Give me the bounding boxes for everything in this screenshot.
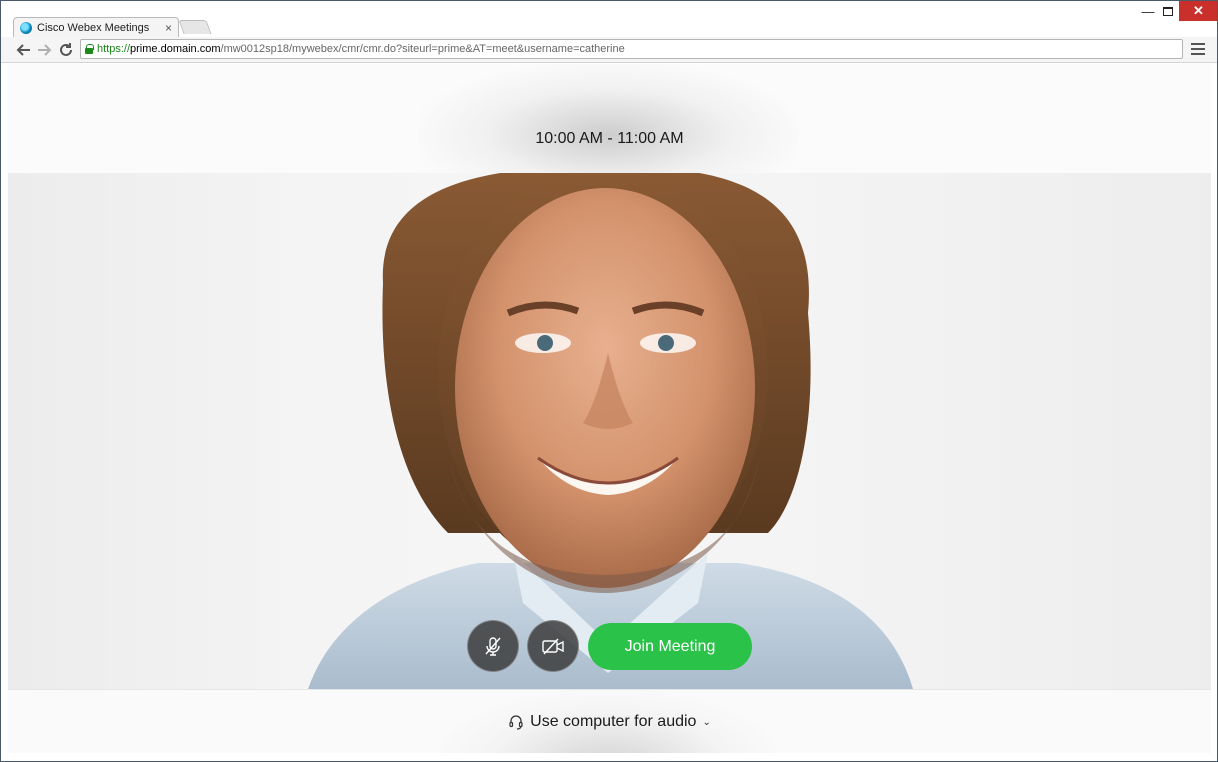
new-tab-button[interactable] <box>178 20 212 34</box>
webex-join-page: 10:00 AM - 11:00 AM Join Meeting Use com… <box>8 64 1211 753</box>
audio-footer: Use computer for audio ⌄ <box>8 689 1211 753</box>
maximize-button[interactable] <box>1159 1 1177 21</box>
forward-button[interactable] <box>35 41 53 59</box>
tab-webex-meetings[interactable]: Cisco Webex Meetings × <box>13 17 179 37</box>
arrow-right-icon <box>38 44 52 56</box>
stop-video-button[interactable] <box>527 620 579 672</box>
headset-icon <box>509 715 523 730</box>
video-off-icon <box>542 638 564 655</box>
participant-video-image <box>308 173 913 689</box>
browser-window: Cisco Webex Meetings × — ✕ https:// prim… <box>0 0 1218 762</box>
tab-strip: Cisco Webex Meetings × — ✕ <box>1 1 1217 37</box>
browser-toolbar: https:// prime.domain.com /mw0012sp18/my… <box>1 37 1217 63</box>
hamburger-menu-icon[interactable] <box>1191 41 1205 57</box>
arrow-left-icon <box>16 44 30 56</box>
maximize-icon <box>1163 6 1173 16</box>
meeting-time: 10:00 AM - 11:00 AM <box>535 130 684 147</box>
close-window-button[interactable]: ✕ <box>1179 1 1217 21</box>
url-scheme: https:// <box>97 43 131 55</box>
url-path: /mw0012sp18/mywebex/cmr/cmr.do?siteurl=p… <box>220 43 625 55</box>
mute-button[interactable] <box>467 620 519 672</box>
url-host: prime.domain.com <box>130 43 221 55</box>
header-glow <box>418 64 798 173</box>
webex-favicon-icon <box>20 21 32 34</box>
back-button[interactable] <box>15 41 33 59</box>
audio-connection-dropdown[interactable]: Use computer for audio ⌄ <box>8 713 1211 731</box>
reload-icon <box>60 43 72 56</box>
audio-option-label: Use computer for audio <box>530 713 697 730</box>
self-view-video <box>8 173 1211 689</box>
chevron-down-icon: ⌄ <box>702 716 711 728</box>
meeting-controls: Join Meeting <box>8 620 1211 674</box>
meeting-header: 10:00 AM - 11:00 AM <box>8 64 1211 173</box>
minimize-button[interactable]: — <box>1137 1 1159 21</box>
join-meeting-button[interactable]: Join Meeting <box>588 623 752 670</box>
tab-title: Cisco Webex Meetings <box>37 21 150 34</box>
reload-button[interactable] <box>57 41 75 59</box>
tab-close-icon[interactable]: × <box>165 21 172 35</box>
lock-icon <box>85 44 94 54</box>
microphone-muted-icon <box>485 637 501 656</box>
address-bar[interactable]: https:// prime.domain.com /mw0012sp18/my… <box>80 39 1183 59</box>
